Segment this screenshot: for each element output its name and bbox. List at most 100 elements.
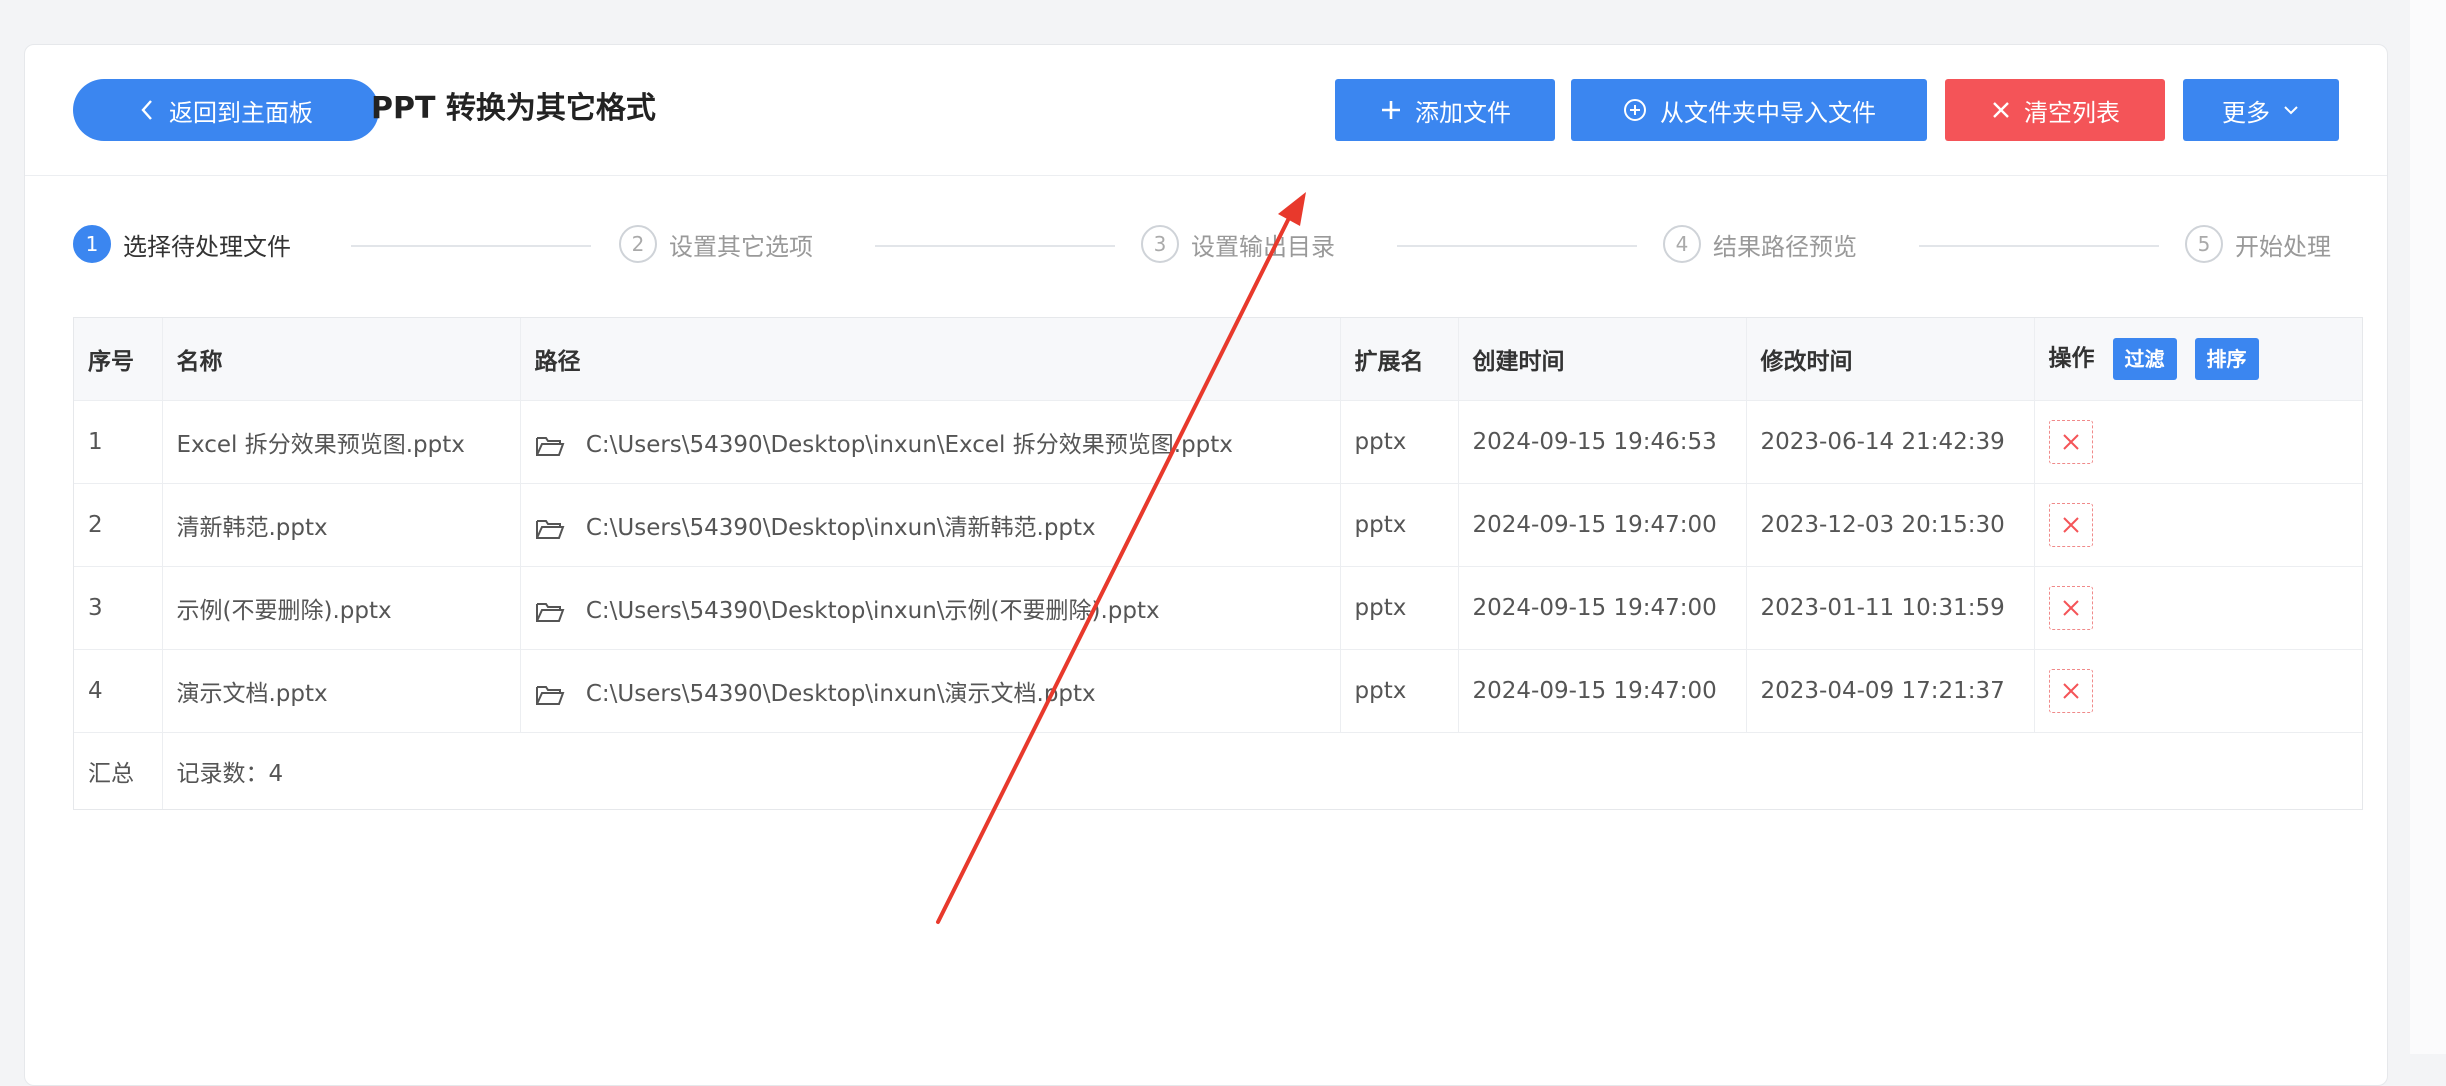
clear-list-label: 清空列表: [2024, 98, 2120, 127]
row-path[interactable]: C:\Users\54390\Desktop\inxun\Excel 拆分效果预…: [520, 400, 1341, 484]
delete-row-button[interactable]: [2048, 420, 2093, 464]
close-icon: [2062, 683, 2079, 699]
step-connector: [1397, 245, 1637, 247]
toolbar: 返回到主面板 PPT 转换为其它格式 添加文件 从文件夹中导入文件 清空列表 更…: [25, 45, 2387, 176]
col-actions: 操作 过滤 排序: [2034, 318, 2362, 401]
row-created: 2024-09-15 19:46:53: [1458, 400, 1747, 484]
row-path[interactable]: C:\Users\54390\Desktop\inxun\清新韩范.pptx: [520, 483, 1341, 567]
col-index: 序号: [74, 318, 163, 401]
col-actions-label: 操作: [2048, 345, 2095, 372]
more-label: 更多: [2222, 98, 2270, 127]
step-label: 选择待处理文件: [123, 232, 291, 261]
record-count: 记录数：4: [176, 761, 284, 787]
row-path[interactable]: C:\Users\54390\Desktop\inxun\示例(不要删除).pp…: [520, 566, 1341, 650]
step-connector: [351, 245, 591, 247]
row-name: Excel 拆分效果预览图.pptx: [162, 400, 521, 484]
row-path-text: C:\Users\54390\Desktop\inxun\清新韩范.pptx: [585, 515, 1096, 541]
import-folder-label: 从文件夹中导入文件: [1660, 98, 1876, 127]
row-modified: 2023-12-03 20:15:30: [1746, 483, 2035, 567]
table-row[interactable]: 1 Excel 拆分效果预览图.pptx C:\Users\54390\Desk…: [74, 400, 2362, 484]
step-2: 2 设置其它选项: [619, 225, 813, 263]
step-label: 结果路径预览: [1713, 232, 1857, 261]
main-panel: 返回到主面板 PPT 转换为其它格式 添加文件 从文件夹中导入文件 清空列表 更…: [24, 44, 2388, 1086]
row-name: 清新韩范.pptx: [162, 483, 521, 567]
back-label: 返回到主面板: [169, 98, 313, 127]
row-index: 4: [74, 649, 163, 733]
chevron-left-icon: [141, 100, 152, 120]
folder-open-icon: [535, 436, 564, 456]
import-folder-button[interactable]: 从文件夹中导入文件: [1571, 79, 1927, 141]
file-table: 序号 名称 路径 扩展名 创建时间 修改时间 操作 过滤 排序 1 Excel: [73, 317, 2363, 810]
row-path-text: C:\Users\54390\Desktop\inxun\演示文档.pptx: [585, 681, 1096, 707]
row-ext: pptx: [1340, 566, 1459, 650]
close-icon: [2062, 600, 2079, 616]
step-label: 开始处理: [2235, 232, 2331, 261]
filter-button[interactable]: 过滤: [2112, 338, 2177, 380]
right-edge-strip: [2410, 0, 2446, 1054]
step-label: 设置输出目录: [1191, 232, 1335, 261]
row-ext: pptx: [1340, 400, 1459, 484]
delete-row-button[interactable]: [2048, 586, 2093, 630]
table-row[interactable]: 3 示例(不要删除).pptx C:\Users\54390\Desktop\i…: [74, 566, 2362, 650]
step-number: 5: [2185, 225, 2223, 263]
row-ext: pptx: [1340, 483, 1459, 567]
row-index: 1: [74, 400, 163, 484]
col-created: 创建时间: [1458, 318, 1747, 401]
add-file-button[interactable]: 添加文件: [1335, 79, 1555, 141]
folder-open-icon: [535, 685, 564, 705]
table-header-row: 序号 名称 路径 扩展名 创建时间 修改时间 操作 过滤 排序: [74, 318, 2362, 401]
row-created: 2024-09-15 19:47:00: [1458, 483, 1747, 567]
row-created: 2024-09-15 19:47:00: [1458, 649, 1747, 733]
back-to-main-button[interactable]: 返回到主面板: [73, 79, 379, 141]
step-4: 4 结果路径预览: [1663, 225, 1857, 263]
step-number: 1: [73, 225, 111, 263]
row-index: 3: [74, 566, 163, 650]
col-name: 名称: [162, 318, 521, 401]
delete-row-button[interactable]: [2048, 669, 2093, 713]
row-actions: [2034, 400, 2362, 484]
page-title: PPT 转换为其它格式: [371, 91, 656, 126]
row-path-text: C:\Users\54390\Desktop\inxun\Excel 拆分效果预…: [585, 432, 1233, 458]
step-label: 设置其它选项: [669, 232, 813, 261]
close-icon: [1993, 102, 2009, 118]
folder-open-icon: [535, 602, 564, 622]
row-path-text: C:\Users\54390\Desktop\inxun\示例(不要删除).pp…: [585, 598, 1160, 624]
row-modified: 2023-06-14 21:42:39: [1746, 400, 2035, 484]
row-index: 2: [74, 483, 163, 567]
folder-open-icon: [535, 519, 564, 539]
row-path[interactable]: C:\Users\54390\Desktop\inxun\演示文档.pptx: [520, 649, 1341, 733]
delete-row-button[interactable]: [2048, 503, 2093, 547]
close-icon: [2062, 434, 2079, 450]
step-number: 3: [1141, 225, 1179, 263]
col-path: 路径: [520, 318, 1341, 401]
summary-row: 汇总 记录数：4: [74, 732, 2362, 809]
row-name: 演示文档.pptx: [162, 649, 521, 733]
close-icon: [2062, 517, 2079, 533]
sort-button[interactable]: 排序: [2194, 338, 2259, 380]
row-ext: pptx: [1340, 649, 1459, 733]
row-modified: 2023-01-11 10:31:59: [1746, 566, 2035, 650]
plus-icon: [1382, 101, 1400, 119]
step-connector: [875, 245, 1115, 247]
step-number: 4: [1663, 225, 1701, 263]
step-1: 1 选择待处理文件: [73, 225, 291, 263]
step-number: 2: [619, 225, 657, 263]
summary-label: 汇总: [74, 732, 163, 809]
circle-plus-icon: [1624, 99, 1646, 121]
clear-list-button[interactable]: 清空列表: [1945, 79, 2165, 141]
more-button[interactable]: 更多: [2183, 79, 2339, 141]
col-modified: 修改时间: [1746, 318, 2035, 401]
table-row[interactable]: 4 演示文档.pptx C:\Users\54390\Desktop\inxun…: [74, 649, 2362, 733]
step-indicator: 1 选择待处理文件 2 设置其它选项 3 设置输出目录 4 结果路径预览 5 开…: [73, 225, 2363, 269]
row-actions: [2034, 566, 2362, 650]
step-5: 5 开始处理: [2185, 225, 2331, 263]
table-row[interactable]: 2 清新韩范.pptx C:\Users\54390\Desktop\inxun…: [74, 483, 2362, 567]
row-created: 2024-09-15 19:47:00: [1458, 566, 1747, 650]
chevron-down-icon: [2284, 106, 2298, 115]
row-actions: [2034, 483, 2362, 567]
row-actions: [2034, 649, 2362, 733]
col-ext: 扩展名: [1340, 318, 1459, 401]
step-connector: [1919, 245, 2159, 247]
add-file-label: 添加文件: [1415, 98, 1511, 127]
row-modified: 2023-04-09 17:21:37: [1746, 649, 2035, 733]
